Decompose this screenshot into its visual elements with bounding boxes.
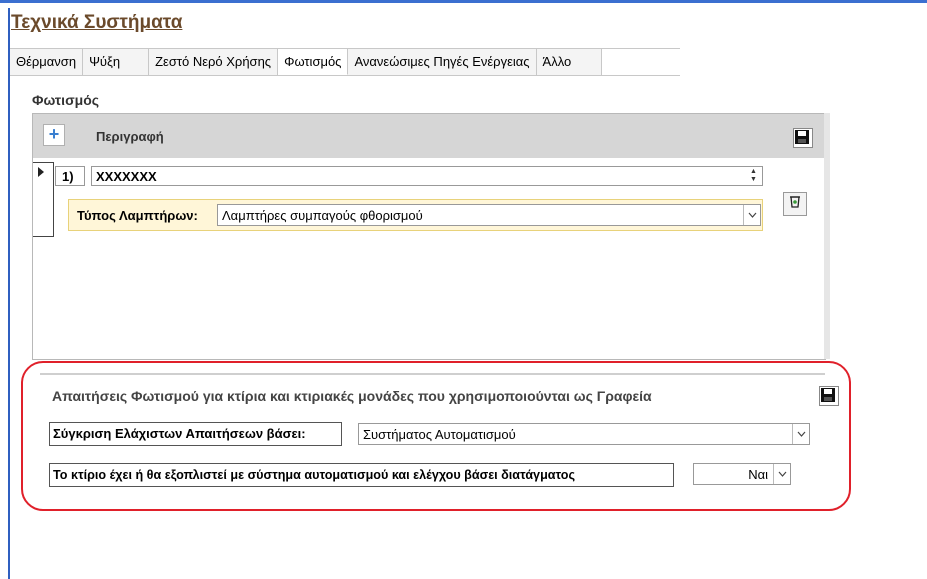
- recycle-bin-icon[interactable]: [783, 192, 807, 216]
- automation-value: Ναι: [748, 467, 768, 482]
- tab-other[interactable]: Άλλο: [536, 49, 603, 75]
- row-number: 1): [55, 166, 85, 186]
- description-value: XXXXXXX: [96, 169, 157, 184]
- lamp-type-row: Τύπος Λαμπτήρων: Λαμπτήρες συμπαγούς φθο…: [68, 199, 763, 231]
- subform-header: + Περιγραφή: [33, 114, 825, 158]
- tab-bar: Θέρμανση Ψύξη Ζεστό Νερό Χρήσης Φωτισμός…: [10, 48, 680, 76]
- requirements-title: Απαιτήσεις Φωτισμού για κτίρια και κτιρι…: [52, 388, 652, 404]
- tab-hot-water[interactable]: Ζεστό Νερό Χρήσης: [149, 49, 279, 75]
- floppy-disk-icon[interactable]: [793, 128, 813, 148]
- window-top-border: [0, 0, 927, 3]
- tab-renewables[interactable]: Ανανεώσιμες Πηγές Ενέργειας: [348, 49, 537, 75]
- spinner-icon[interactable]: ▲ ▼: [749, 168, 758, 184]
- chevron-down-icon[interactable]: [792, 424, 809, 444]
- compare-value: Συστήματος Αυτοματισμού: [363, 427, 516, 442]
- automation-label: Το κτίριο έχει ή θα εξοπλιστεί με σύστημ…: [49, 463, 674, 487]
- section-label: Φωτισμός: [32, 92, 100, 108]
- tab-heating[interactable]: Θέρμανση: [10, 49, 84, 75]
- lighting-subform: + Περιγραφή 1) XXXXXXX ▲ ▼ Τύπος Λαμπτήρω…: [32, 113, 826, 360]
- automation-select[interactable]: Ναι: [693, 463, 791, 485]
- chevron-down-icon[interactable]: [743, 205, 760, 225]
- compare-label: Σύγκριση Ελάχιστων Απαιτήσεων βάσει:: [49, 422, 342, 446]
- separator-line: [40, 373, 825, 375]
- lamp-type-select[interactable]: Λαμπτήρες συμπαγούς φθορισμού: [217, 204, 761, 226]
- tab-cooling[interactable]: Ψύξη: [83, 49, 150, 75]
- plus-icon[interactable]: +: [43, 124, 65, 146]
- chevron-down-icon[interactable]: [773, 464, 790, 484]
- record-selector[interactable]: [33, 162, 54, 237]
- lamp-type-value: Λαμπτήρες συμπαγούς φθορισμού: [222, 208, 423, 223]
- tab-lighting[interactable]: Φωτισμός: [278, 49, 349, 75]
- lamp-type-label: Τύπος Λαμπτήρων:: [77, 208, 198, 223]
- subform-scroll-area: [824, 113, 830, 359]
- window-left-border: [8, 8, 10, 579]
- page-title: Τεχνικά Συστήματα: [11, 12, 183, 33]
- compare-select[interactable]: Συστήματος Αυτοματισμού: [358, 423, 810, 445]
- floppy-disk-icon[interactable]: [819, 386, 839, 406]
- description-input[interactable]: XXXXXXX ▲ ▼: [91, 166, 763, 186]
- current-record-arrow-icon: [38, 167, 44, 177]
- description-column-header: Περιγραφή: [96, 129, 164, 144]
